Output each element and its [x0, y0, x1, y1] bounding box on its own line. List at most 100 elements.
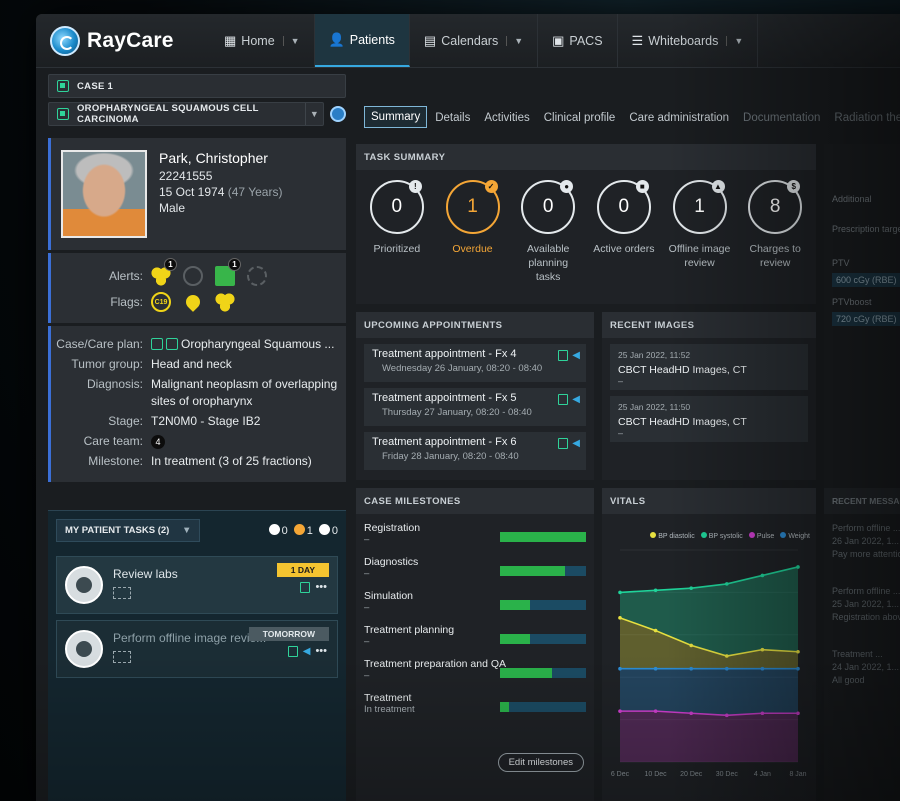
patient-dob: 15 Oct 1974 — [159, 185, 225, 199]
more-options-icon[interactable]: ••• — [315, 581, 327, 593]
care-team-label: Care team: — [83, 434, 143, 448]
check-icon: ✓ — [484, 180, 498, 193]
case-plan-value[interactable]: Oropharyngeal Squamous ... — [181, 337, 334, 351]
chevron-down-icon[interactable]: ▼ — [506, 35, 523, 46]
milestone-progress-fill — [500, 702, 509, 712]
task-checkbox[interactable] — [113, 651, 131, 663]
tab-radiation-therapy[interactable]: Radiation therapy — [828, 108, 900, 128]
image-date: 25 Jan 2022, 11:52 — [618, 350, 691, 360]
case-plan-label: Case/Care plan: — [56, 337, 143, 351]
image-sub: – — [618, 376, 624, 386]
chevron-down-icon[interactable]: ▼ — [282, 35, 300, 46]
ptvboost-label: PTVboost — [832, 297, 872, 307]
care-team-count[interactable]: 4 — [151, 435, 165, 449]
diagnosis-value: Malignant neoplasm of overlapping sites … — [151, 377, 338, 408]
legend-item: BP diastolic — [650, 532, 695, 540]
planning-icon: ● — [560, 180, 574, 193]
nav-patients[interactable]: 👤 Patients — [314, 14, 410, 67]
summary-planning-tasks[interactable]: 0 ● Available planning tasks — [515, 180, 581, 284]
milestone-progress-fill — [500, 532, 586, 542]
image-item[interactable]: 25 Jan 2022, 11:50 CBCT HeadHD Images, C… — [610, 396, 808, 442]
data-point — [618, 666, 622, 671]
case-label: CASE 1 — [77, 80, 114, 92]
tab-summary[interactable]: Summary — [364, 106, 428, 128]
appointment-item[interactable]: Treatment appointment - Fx 4 Wednesday 2… — [364, 344, 586, 382]
app-logo[interactable]: RayCare — [50, 25, 210, 56]
tab-details[interactable]: Details — [429, 108, 476, 128]
tab-activities[interactable]: Activities — [478, 108, 535, 128]
care-plan-icon — [300, 581, 311, 593]
covid-flag-icon[interactable]: C19 — [151, 292, 171, 312]
task-item[interactable]: Review labs 1 DAY ••• — [56, 556, 338, 614]
task-checkbox[interactable] — [113, 587, 131, 599]
nav-pacs[interactable]: ▣ PACS — [538, 14, 618, 67]
series-area — [620, 711, 798, 762]
diagnosis-dropdown[interactable]: OROPHARYNGEAL SQUAMOUS CELL CARCINOMA ▼ — [48, 102, 324, 126]
drop-flag-icon[interactable] — [183, 292, 203, 312]
chevron-down-icon[interactable]: ▼ — [726, 35, 743, 46]
edit-milestones-button[interactable]: Edit milestones — [497, 753, 584, 772]
tab-care-administration[interactable]: Care administration — [623, 108, 735, 128]
prescription-label: Prescription target — [832, 224, 900, 234]
history-alert-icon[interactable] — [247, 266, 267, 286]
dots-flag-icon[interactable] — [215, 292, 235, 312]
implant-alert-icon[interactable]: 1 — [215, 258, 241, 286]
data-point — [725, 582, 729, 586]
task-due-badge: 1 DAY — [276, 563, 329, 577]
summary-active-orders[interactable]: 0 ■ Active orders — [591, 180, 657, 284]
care-plan-icon — [57, 108, 69, 120]
x-tick-label: 10 Dec — [645, 771, 668, 778]
nav-whiteboards[interactable]: ☰ Whiteboards ▼ — [618, 14, 759, 67]
legend-item: Weight — [780, 532, 810, 540]
message-body: Pay more attention — [832, 549, 900, 559]
ptvboost-value: 720 cGy (RBE) — [832, 312, 900, 326]
appointment-title: Treatment appointment - Fx 6 — [372, 436, 517, 448]
summary-offline-review[interactable]: 1 ▲ Offline image review — [667, 180, 733, 284]
chevron-down-icon[interactable]: ▼ — [305, 103, 323, 125]
message-date: 26 Jan 2022, 1... — [832, 536, 900, 546]
data-point — [760, 666, 765, 671]
summary-value: 0 — [391, 196, 403, 217]
summary-prioritized[interactable]: 0! Prioritized — [364, 180, 430, 284]
message-item[interactable]: Treatment ... 24 Jan 2022, 1... All good — [824, 624, 900, 687]
image-item[interactable]: 25 Jan 2022, 11:52 CBCT HeadHD Images, C… — [610, 344, 808, 390]
appointment-item[interactable]: Treatment appointment - Fx 6 Friday 28 J… — [364, 432, 586, 470]
summary-overdue[interactable]: 1 ✓ Overdue — [440, 180, 506, 284]
nav-calendars[interactable]: ▤ Calendars ▼ — [410, 14, 539, 67]
alert-count: 0 — [331, 525, 338, 537]
milestone-progress-bar — [500, 634, 586, 644]
appointment-item[interactable]: Treatment appointment - Fx 5 Thursday 27… — [364, 388, 586, 426]
data-point — [689, 643, 693, 648]
my-patient-tasks: MY PATIENT TASKS (2) ▼ 0 1 0 Review labs… — [48, 510, 346, 801]
nav-home[interactable]: ▦ Home ▼ — [210, 14, 315, 67]
tab-clinical-profile[interactable]: Clinical profile — [538, 108, 622, 128]
tasks-filter-dropdown[interactable]: MY PATIENT TASKS (2) ▼ — [56, 519, 201, 542]
nav-home-label: Home — [241, 33, 275, 48]
message-item[interactable]: Perform offline ... 26 Jan 2022, 1... Pa… — [824, 514, 900, 561]
summary-charges[interactable]: 8 $ Charges to review — [742, 180, 808, 284]
tumor-group-value: Head and neck — [151, 357, 232, 371]
allergy-alert-icon[interactable]: 1 — [151, 258, 177, 286]
message-item[interactable]: Perform offline ... 25 Jan 2022, 1... Re… — [824, 561, 900, 624]
case-icon — [57, 80, 69, 92]
calendar-icon: ▤ — [423, 32, 437, 48]
speaker-icon: ◀ — [572, 350, 580, 361]
summary-label: Prioritized — [373, 243, 421, 255]
milestone-progress-fill — [500, 668, 552, 678]
signal-alert-icon[interactable] — [183, 266, 203, 286]
status-indicator-button[interactable] — [330, 106, 346, 122]
patient-tabs: Summary Details Activities Clinical prof… — [364, 106, 900, 128]
data-point — [689, 711, 693, 716]
tab-documentation[interactable]: Documentation — [737, 108, 826, 128]
appointment-title: Treatment appointment - Fx 4 — [372, 348, 517, 360]
data-point — [760, 711, 765, 716]
lungs-icon — [65, 630, 103, 668]
lungs-icon — [65, 566, 103, 604]
task-item[interactable]: Perform offline image revie... TOMORROW … — [56, 620, 338, 678]
case-dropdown[interactable]: CASE 1 — [48, 74, 346, 98]
panel-title: TASK SUMMARY — [356, 144, 816, 170]
patient-id: 22241555 — [159, 169, 213, 183]
priority-icon — [268, 524, 280, 535]
data-point — [725, 654, 729, 658]
more-options-icon[interactable]: ••• — [315, 645, 327, 657]
